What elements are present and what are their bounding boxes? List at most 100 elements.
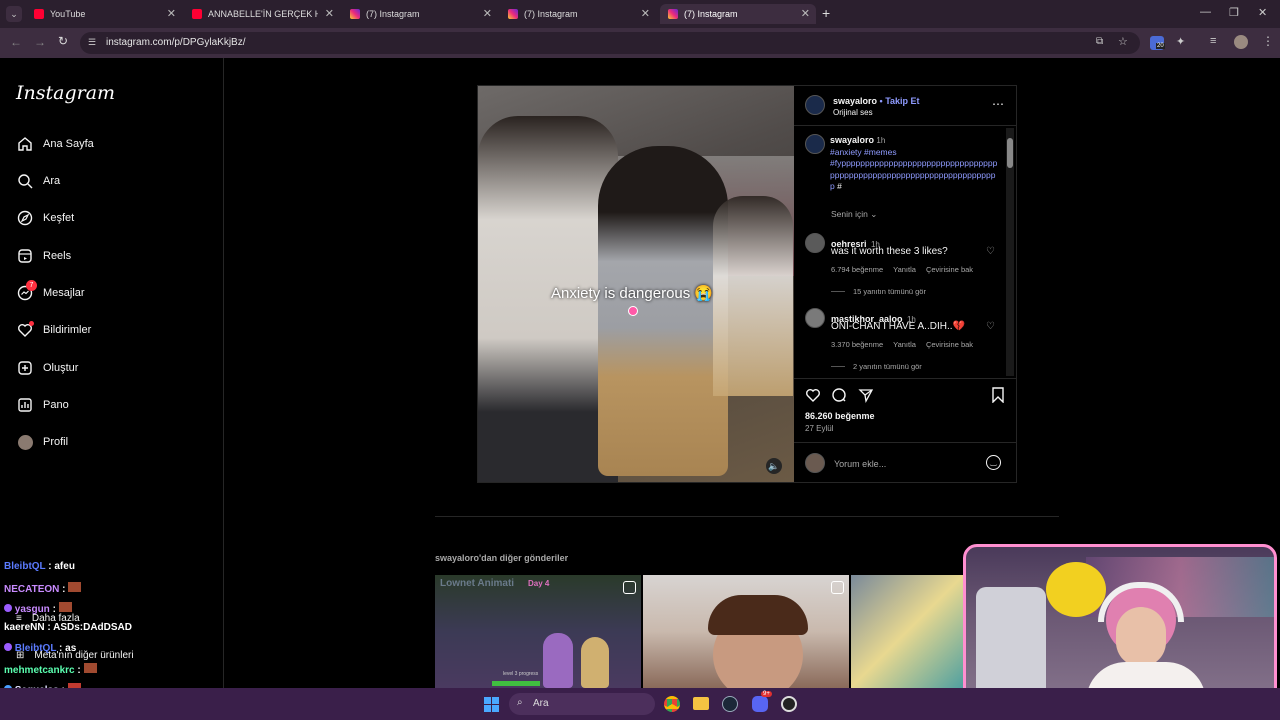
translate-button[interactable]: Çevirisine bak [926, 340, 973, 349]
sidebar-item-explore[interactable]: Keşfet [16, 206, 74, 230]
app-icon[interactable] [781, 696, 797, 712]
taskbar-search[interactable]: ⌕ Ara [509, 693, 655, 715]
extension-icon[interactable]: 20 [1150, 36, 1165, 50]
comment-like-icon[interactable]: ♡ [986, 321, 995, 332]
audio-label[interactable]: Orijinal ses [833, 108, 873, 117]
restore-icon[interactable]: ❐ [1229, 6, 1239, 19]
discord-icon[interactable]: 9+ [752, 691, 772, 712]
more-options-icon[interactable]: ⋯ [992, 97, 1004, 111]
back-icon[interactable]: ← [10, 35, 22, 49]
minimize-icon[interactable]: — [1200, 6, 1211, 18]
instagram-logo[interactable]: Instagram [16, 82, 115, 104]
author-avatar[interactable] [805, 95, 825, 115]
new-tab-button[interactable]: + [822, 5, 830, 21]
extensions-puzzle-icon[interactable]: ✦ [1176, 35, 1185, 48]
sidebar-item-reels[interactable]: Reels [16, 244, 71, 268]
scrollbar-thumb[interactable] [1007, 138, 1013, 168]
reel-video[interactable]: Anxiety is dangerous 😭 🔈 [478, 86, 794, 482]
view-replies[interactable]: 2 yanıtın tümünü gör [831, 362, 922, 371]
comment-likes[interactable]: 3.370 beğenme [831, 340, 883, 349]
caption-hashtags[interactable]: #anxiety #memes [830, 147, 897, 157]
like-count[interactable]: 86.260 beğenme [805, 411, 875, 421]
file-explorer-icon[interactable] [693, 697, 709, 710]
tab-instagram-1[interactable]: (7) Instagram ✕ [342, 4, 498, 24]
menu-icon[interactable]: ⋮ [1262, 34, 1274, 48]
reading-list-icon[interactable]: ≡ [1210, 35, 1216, 47]
author-username[interactable]: swayaloro [833, 96, 877, 106]
reply-button[interactable]: Yanıtla [893, 340, 916, 349]
sidebar-item-label: Ara [43, 175, 61, 187]
close-icon[interactable]: ✕ [325, 7, 334, 20]
view-replies[interactable]: 15 yanıtın tümünü gör [831, 287, 926, 296]
caption-username[interactable]: swayaloro [830, 135, 874, 145]
url-field[interactable]: ☰ instagram.com/p/DPGylaKkjBz/ ⧉ ☆ [80, 32, 1140, 54]
tab-instagram-2[interactable]: (7) Instagram ✕ [500, 4, 656, 24]
tab-annabelle[interactable]: ANNABELLE'İN GERÇEK HİKAYE ✕ [184, 4, 340, 24]
start-button[interactable] [484, 697, 499, 712]
window-close-icon[interactable]: ✕ [1258, 6, 1267, 19]
sidebar-item-messages[interactable]: 7 Mesajlar [16, 280, 85, 305]
comment-input[interactable]: Yorum ekle... [834, 459, 886, 469]
tab-label: (7) Instagram [366, 9, 420, 19]
sidebar-item-home[interactable]: Ana Sayfa [16, 132, 94, 156]
view-replies-label: 15 yanıtın tümünü gör [853, 287, 926, 296]
caption-end: # [837, 181, 842, 191]
sidebar-item-notifications[interactable]: Bildirimler [16, 318, 91, 342]
install-icon[interactable]: ⧉ [1096, 36, 1103, 47]
volume-icon[interactable]: 🔈 [766, 458, 782, 474]
forward-icon[interactable]: → [34, 35, 46, 49]
more-label: Daha fazla [31, 613, 80, 624]
comment-avatar[interactable] [805, 308, 825, 328]
caption-avatar[interactable] [805, 134, 825, 154]
tab-youtube[interactable]: YouTube ✕ [26, 4, 182, 24]
sidebar-item-dashboard[interactable]: Pano [16, 393, 69, 417]
reload-icon[interactable]: ↻ [58, 34, 68, 48]
comment-likes[interactable]: 6.794 beğenme [831, 265, 883, 274]
like-icon[interactable] [805, 387, 821, 408]
comment-text: was it worth these 3 likes? [831, 246, 948, 257]
post-thumbnail[interactable] [643, 575, 849, 688]
more-posts-label[interactable]: swayaloro'dan diğer gönderiler [435, 553, 568, 563]
close-icon[interactable]: ✕ [801, 7, 810, 20]
save-icon[interactable] [991, 387, 1005, 408]
translate-button[interactable]: Çevirisine bak [926, 265, 973, 274]
caption-fyp[interactable]: #fyppppppppppppppppppppppppppppppppppppp… [830, 158, 997, 191]
more-menu[interactable]: ≡ Daha fazla [16, 613, 80, 624]
sidebar-item-create[interactable]: Oluştur [16, 356, 78, 380]
comment-avatar[interactable] [805, 233, 825, 253]
chat-line: NECATEON : [4, 582, 82, 595]
actions-divider [794, 378, 1016, 379]
site-info-icon[interactable]: ☰ [88, 37, 96, 48]
chat-line: mehmetcankrc : [4, 663, 97, 676]
close-icon[interactable]: ✕ [641, 7, 650, 20]
bookmark-star-icon[interactable]: ☆ [1118, 35, 1128, 48]
sidebar-item-profile[interactable]: Profil [16, 430, 68, 454]
profile-avatar[interactable] [1234, 35, 1248, 49]
post-thumbnail[interactable] [851, 575, 963, 688]
post-thumbnail[interactable]: Lownet Animati Day 4 level 3 progress [435, 575, 641, 688]
tab-list-icon[interactable]: ⌄ [6, 6, 22, 22]
comments-scrollbar[interactable] [1006, 128, 1014, 376]
home-icon [16, 135, 34, 153]
comment-icon[interactable] [831, 387, 847, 408]
search-icon [16, 172, 34, 190]
sidebar-item-label: Mesajlar [43, 287, 85, 299]
pikachu-plush [1046, 562, 1106, 617]
tab-instagram-active[interactable]: (7) Instagram ✕ [660, 4, 816, 24]
meta-products[interactable]: ⊞ Meta'nın diğer ürünleri [16, 650, 134, 661]
close-icon[interactable]: ✕ [167, 7, 176, 20]
tab-label: (7) Instagram [524, 9, 578, 19]
discord-badge: 9+ [761, 691, 772, 697]
sidebar-item-search[interactable]: Ara [16, 169, 60, 193]
chrome-taskbar-icon[interactable] [664, 696, 680, 712]
close-icon[interactable]: ✕ [483, 7, 492, 20]
tab-label: ANNABELLE'İN GERÇEK HİKAYE [208, 9, 318, 19]
own-avatar [805, 453, 825, 473]
comment-like-icon[interactable]: ♡ [986, 246, 995, 257]
reply-button[interactable]: Yanıtla [893, 265, 916, 274]
sort-dropdown[interactable]: Senin için ⌄ [831, 209, 877, 220]
emoji-icon[interactable]: ‿ [986, 455, 1001, 470]
follow-button[interactable]: • Takip Et [880, 96, 920, 106]
steam-icon[interactable] [722, 696, 738, 712]
share-icon[interactable] [858, 387, 874, 408]
